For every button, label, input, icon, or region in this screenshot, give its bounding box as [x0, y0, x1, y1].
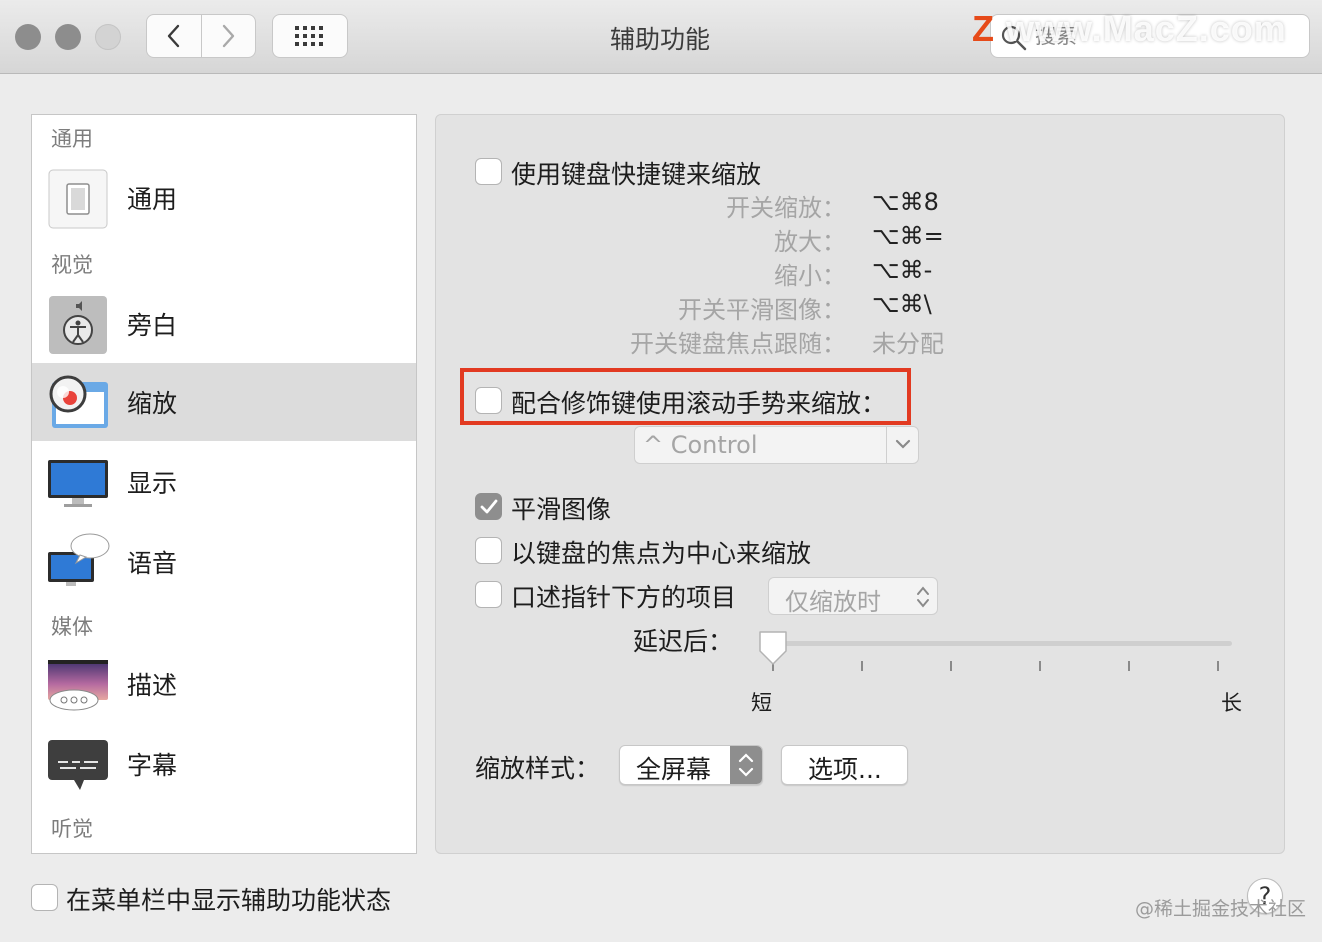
show-all-button[interactable]	[272, 14, 348, 58]
grid-icon	[295, 26, 323, 46]
zoom-settings-panel: 使用键盘快捷键来缩放 开关缩放： ⌥⌘8 放大： ⌥⌘= 缩小： ⌥⌘- 开关平…	[435, 114, 1285, 854]
delay-min-label: 短	[751, 691, 772, 715]
scroll-gesture-checkbox[interactable]	[475, 387, 502, 414]
title-bar: 辅助功能 Z www.MacZ.com	[0, 0, 1322, 74]
zoom-window-button[interactable]	[95, 24, 121, 50]
shortcut-value-zoom-in: ⌥⌘=	[872, 222, 944, 250]
section-header-general: 通用	[51, 127, 93, 151]
delay-slider-track[interactable]	[772, 641, 1232, 646]
sidebar-item-descriptions[interactable]: 描述	[32, 645, 416, 723]
keyboard-shortcuts-checkbox[interactable]	[475, 158, 502, 185]
chevron-right-icon	[223, 24, 235, 48]
chevron-down-icon	[895, 439, 911, 449]
search-input[interactable]	[1035, 21, 1295, 51]
chevron-left-icon	[167, 24, 179, 48]
sidebar-item-label: 缩放	[127, 389, 178, 418]
voiceover-icon	[49, 296, 107, 354]
zoom-style-popup[interactable]: 全屏幕	[619, 745, 763, 785]
smooth-images-label: 平滑图像	[511, 495, 612, 524]
zoom-options-label: 选项...	[808, 755, 882, 784]
zoom-options-button[interactable]: 选项...	[781, 745, 908, 785]
smooth-images-checkbox[interactable]	[475, 493, 502, 520]
forward-button[interactable]	[200, 15, 256, 57]
sidebar-item-label: 显示	[127, 469, 178, 498]
credit-watermark: @稀土掘金技术社区	[1135, 898, 1307, 920]
search-icon	[1001, 25, 1027, 51]
sidebar-item-label: 语音	[127, 549, 178, 578]
sidebar-item-label: 旁白	[127, 311, 178, 340]
sidebar-item-display[interactable]: 显示	[32, 443, 416, 521]
sidebar-item-general[interactable]: 通用	[32, 159, 416, 237]
speak-items-label: 口述指针下方的项目	[511, 583, 737, 612]
sidebar: 通用 通用 视觉 旁白 缩放 显示 语音 媒体 描述 字幕 听觉	[31, 114, 417, 854]
modifier-key-popup[interactable]: ^ Control	[634, 426, 919, 464]
descriptions-icon	[48, 660, 108, 711]
slider-tick	[950, 661, 952, 671]
shortcut-key-zoom-out: 缩小：	[774, 262, 846, 290]
sidebar-item-speech[interactable]: 语音	[32, 523, 416, 601]
speech-icon	[48, 533, 110, 586]
shortcut-key-focus-follow: 开关键盘焦点跟随：	[630, 330, 846, 358]
search-field[interactable]	[990, 14, 1310, 58]
zoom-style-value: 全屏幕	[636, 755, 712, 784]
shortcut-value-smooth-images: ⌥⌘\	[872, 290, 932, 318]
window-title: 辅助功能	[609, 25, 710, 54]
section-header-vision: 视觉	[51, 253, 93, 277]
shortcut-key-zoom-in: 放大：	[774, 228, 846, 256]
minimize-window-button[interactable]	[55, 24, 81, 50]
section-header-hearing: 听觉	[51, 817, 93, 841]
shortcut-key-smooth-images: 开关平滑图像：	[678, 296, 846, 324]
shortcut-key-toggle-zoom: 开关缩放：	[726, 194, 846, 222]
popup-arrow-button[interactable]	[730, 746, 762, 784]
scroll-gesture-label: 配合修饰键使用滚动手势来缩放：	[511, 389, 887, 418]
shortcut-value-zoom-out: ⌥⌘-	[872, 256, 933, 284]
display-icon	[48, 460, 108, 507]
keyboard-shortcuts-label: 使用键盘快捷键来缩放	[511, 160, 762, 189]
shortcut-value-toggle-zoom: ⌥⌘8	[872, 188, 939, 216]
slider-tick	[861, 661, 863, 671]
sidebar-item-captions[interactable]: 字幕	[32, 725, 416, 803]
zoom-style-label: 缩放样式：	[475, 754, 601, 783]
speak-items-mode-value: 仅缩放时	[785, 588, 881, 616]
updown-arrows-icon	[738, 753, 754, 777]
modifier-key-value: ^ Control	[643, 431, 758, 459]
slider-tick	[1217, 661, 1219, 671]
delay-max-label: 长	[1221, 691, 1242, 715]
close-window-button[interactable]	[15, 24, 41, 50]
shortcut-value-focus-follow: 未分配	[872, 330, 944, 358]
slider-tick	[1039, 661, 1041, 671]
speak-items-checkbox[interactable]	[475, 581, 502, 608]
sidebar-item-label: 字幕	[127, 751, 178, 780]
follow-focus-label: 以键盘的焦点为中心来缩放	[511, 539, 812, 568]
sidebar-item-zoom[interactable]: 缩放	[32, 363, 416, 441]
delay-label: 延迟后：	[633, 627, 734, 656]
sidebar-item-label: 描述	[127, 671, 178, 700]
switch-icon	[48, 169, 108, 229]
back-button[interactable]	[147, 15, 201, 57]
slider-tick	[1128, 661, 1130, 671]
follow-focus-checkbox[interactable]	[475, 537, 502, 564]
updown-arrows-icon	[917, 586, 929, 608]
sidebar-item-label: 通用	[127, 185, 178, 214]
delay-slider-thumb[interactable]	[757, 629, 789, 667]
sidebar-item-voiceover[interactable]: 旁白	[32, 285, 416, 363]
popup-arrow-button[interactable]	[886, 427, 918, 463]
speak-items-mode-popup[interactable]: 仅缩放时	[768, 577, 938, 616]
zoom-icon	[49, 375, 108, 428]
menu-bar-status-checkbox[interactable]	[31, 884, 58, 911]
section-header-media: 媒体	[51, 615, 93, 639]
menu-bar-status-label: 在菜单栏中显示辅助功能状态	[66, 886, 392, 915]
captions-icon	[48, 740, 108, 790]
checkmark-icon	[480, 499, 498, 514]
back-forward-group	[146, 14, 256, 58]
